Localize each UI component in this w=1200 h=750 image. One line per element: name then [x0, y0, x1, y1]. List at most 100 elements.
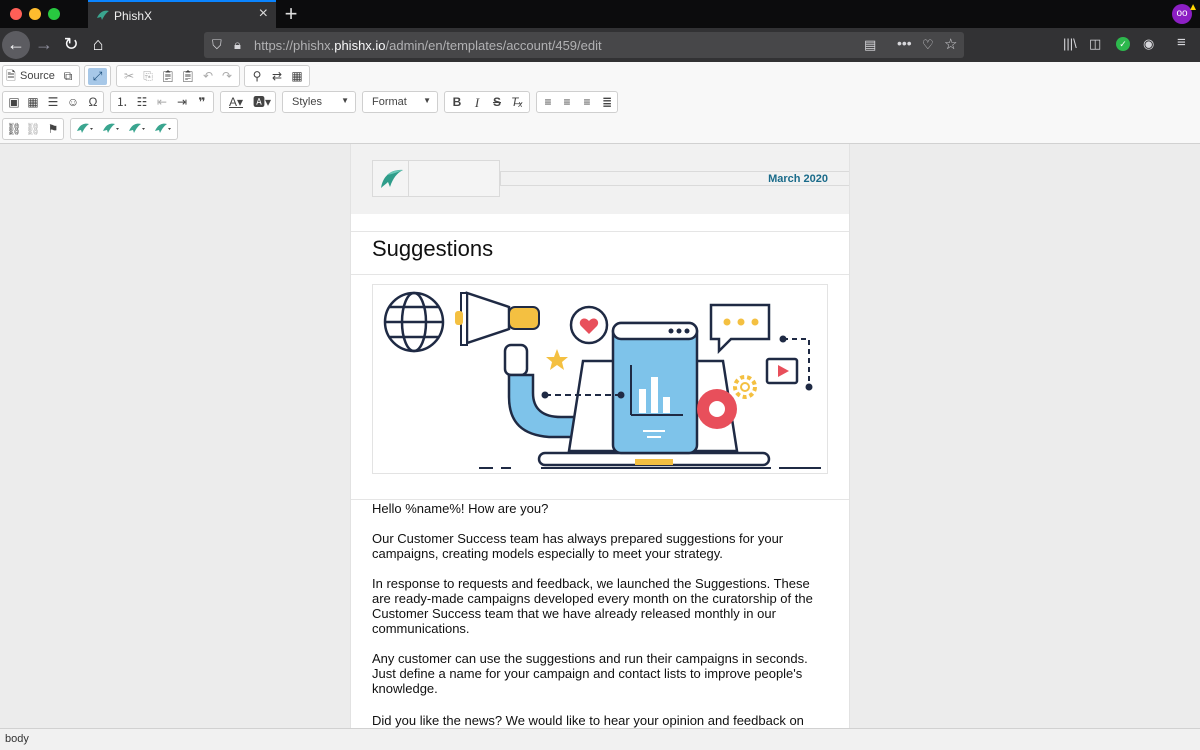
back-button[interactable]: ←: [2, 31, 30, 59]
spacer-row: [351, 214, 849, 232]
globe-icon: [383, 291, 445, 353]
select-all-icon[interactable]: ▦: [289, 68, 305, 85]
text-color-icon[interactable]: A▾: [224, 94, 248, 111]
search-icon[interactable]: ⚲: [249, 68, 265, 85]
phishx-fish-icon[interactable]: [127, 121, 149, 138]
background-color-icon[interactable]: 🅰︎▾: [250, 94, 274, 111]
account-icon[interactable]: ◉: [1143, 36, 1154, 52]
url-text: https://phishx.phishx.io/admin/en/templa…: [254, 38, 602, 53]
date-cell[interactable]: March 2020: [500, 171, 849, 186]
unlink-icon[interactable]: ⛓: [25, 121, 41, 138]
email-template[interactable]: March 2020 Suggestions Hello %name%! How…: [350, 144, 850, 728]
text-style-group: B I S T̶ₓ: [444, 91, 530, 113]
email-body[interactable]: Hello %name%! How are you? Our Customer …: [372, 501, 828, 728]
indent-icon[interactable]: ⇥: [174, 94, 190, 111]
align-center-icon[interactable]: ≡: [559, 94, 575, 111]
maximize-group: ⤢: [84, 65, 111, 87]
element-path-body[interactable]: body: [5, 733, 29, 745]
numbered-list-icon[interactable]: ⒈: [114, 94, 130, 111]
home-button[interactable]: ⌂: [84, 31, 112, 59]
paste-icon[interactable]: 📋︎: [160, 68, 176, 85]
outdent-icon[interactable]: ⇤: [154, 94, 170, 111]
align-left-icon[interactable]: ≡: [540, 94, 556, 111]
new-tab-button[interactable]: +: [280, 1, 302, 27]
replace-icon[interactable]: ⇄: [269, 68, 285, 85]
hero-illustration[interactable]: [372, 284, 828, 474]
styles-dropdown[interactable]: Styles ▼: [282, 91, 356, 113]
chevron-down-icon: ▼: [341, 96, 349, 105]
strikethrough-icon[interactable]: S: [489, 94, 505, 111]
star-icon: [546, 349, 568, 370]
megaphone-icon: [455, 291, 540, 346]
special-char-icon[interactable]: Ω: [85, 94, 101, 111]
reader-view-icon[interactable]: ▤: [864, 37, 876, 53]
chat-bubble-icon: [709, 303, 771, 355]
phishx-fish-icon[interactable]: [153, 121, 175, 138]
bookmark-star-icon[interactable]: ☆: [944, 35, 957, 53]
lock-icon[interactable]: 🔒︎: [234, 37, 241, 53]
italic-icon[interactable]: I: [469, 94, 485, 111]
section-divider: [351, 499, 849, 500]
email-header: March 2020: [351, 144, 849, 214]
warning-icon: ▲: [1188, 2, 1198, 13]
image-icon[interactable]: ▣: [6, 94, 22, 111]
table-icon[interactable]: ▦: [25, 94, 41, 111]
remove-format-icon[interactable]: T̶ₓ: [509, 94, 525, 111]
video-play-icon: [765, 357, 799, 385]
pocket-icon[interactable]: ♡: [922, 37, 934, 53]
preview-icon[interactable]: ⧉: [61, 68, 75, 85]
close-window-button[interactable]: [10, 8, 22, 20]
format-label: Format: [372, 96, 407, 108]
heart-bubble-icon: [569, 305, 609, 345]
justify-icon[interactable]: ≣: [599, 94, 615, 111]
sidebar-icon[interactable]: ◫: [1089, 36, 1101, 52]
smiley-icon[interactable]: ☺: [65, 94, 81, 111]
undo-icon[interactable]: ↶: [200, 68, 216, 85]
logo-cell[interactable]: [372, 160, 500, 197]
forward-button[interactable]: →: [30, 31, 58, 59]
close-tab-icon[interactable]: ×: [259, 5, 268, 23]
bulleted-list-icon[interactable]: ☷: [134, 94, 150, 111]
shield-icon[interactable]: ⛉: [212, 37, 222, 53]
url-bar[interactable]: ⛉ 🔒︎ https://phishx.phishx.io/admin/en/t…: [204, 32, 964, 58]
newsletter-date: March 2020: [768, 173, 828, 185]
format-dropdown[interactable]: Format ▼: [362, 91, 438, 113]
align-right-icon[interactable]: ≡: [579, 94, 595, 111]
cut-icon[interactable]: ✂: [121, 68, 137, 85]
horizontal-line-icon[interactable]: ☰: [45, 94, 61, 111]
find-group: ⚲ ⇄ ▦: [244, 65, 310, 87]
source-button[interactable]: Source: [20, 68, 55, 85]
redo-icon[interactable]: ↷: [219, 68, 235, 85]
more-actions-icon[interactable]: •••: [897, 35, 912, 51]
reload-button[interactable]: ↻: [57, 31, 85, 59]
anchor-flag-icon[interactable]: ⚑: [45, 121, 61, 138]
editor-canvas[interactable]: March 2020 Suggestions Hello %name%! How…: [0, 144, 1200, 728]
title-row[interactable]: Suggestions: [351, 232, 849, 275]
zoom-window-button[interactable]: [48, 8, 60, 20]
greeting-paragraph: Hello %name%! How are you?: [372, 501, 549, 516]
bold-icon[interactable]: B: [449, 94, 465, 111]
link-icon[interactable]: ⛓: [6, 121, 22, 138]
editor-toolbar: 🗎︎ Source ⧉ ⤢ ✂ ⎘ 📋︎ 📋︎ ↶ ↷ ⚲ ⇄ ▦ ▣ ▦ ☰ …: [0, 62, 1200, 144]
source-doc-icon: 🗎︎: [6, 69, 16, 83]
chevron-down-icon: ▼: [423, 96, 431, 105]
copy-icon[interactable]: ⎘: [140, 68, 156, 85]
phishx-fish-icon[interactable]: [101, 121, 123, 138]
blockquote-icon[interactable]: ❞: [194, 94, 210, 111]
styles-label: Styles: [292, 96, 322, 108]
body-paragraph: Any customer can use the suggestions and…: [372, 651, 808, 696]
paste-text-icon[interactable]: 📋︎: [180, 68, 196, 85]
phishx-fish-icon[interactable]: [75, 121, 97, 138]
source-group: 🗎︎ Source ⧉: [2, 65, 80, 87]
maximize-icon[interactable]: ⤢: [88, 68, 107, 85]
alignment-group: ≡ ≡ ≡ ≣: [536, 91, 618, 113]
extension-check-icon[interactable]: ✓: [1116, 37, 1130, 51]
marketing-illustration: [383, 291, 821, 469]
tab-title: PhishX: [114, 9, 153, 23]
library-icon[interactable]: |||\: [1063, 36, 1077, 51]
minimize-window-button[interactable]: [29, 8, 41, 20]
body-paragraph: In response to requests and feedback, we…: [372, 576, 813, 636]
browser-tab[interactable]: PhishX ×: [88, 0, 276, 28]
menu-icon[interactable]: ≡: [1177, 34, 1186, 51]
phishx-fish-icon: [96, 8, 110, 25]
